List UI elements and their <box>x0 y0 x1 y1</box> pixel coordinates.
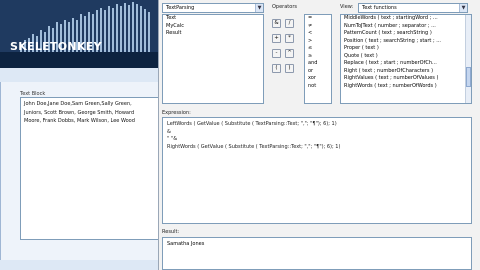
function-list-item[interactable]: PatternCount ( text ; searchString ) <box>341 30 471 38</box>
function-list-item[interactable]: Replace ( text ; start ; numberOfCh... <box>341 60 471 68</box>
text-block-field[interactable]: John Doe,Jane Doe,Sam Green,Sally Green,… <box>20 97 158 240</box>
result-label: Result: <box>162 229 180 235</box>
operator-button[interactable]: ( <box>272 64 281 73</box>
expression-line: RightWords ( GetValue ( Substitute ( Tex… <box>167 143 341 150</box>
operator-list-item[interactable]: ≥ <box>305 53 331 61</box>
function-list-item[interactable]: RightWords ( text ; numberOfWords ) <box>341 83 471 91</box>
field-list[interactable]: Text MyCalc Result <box>162 14 264 104</box>
operator-list-item[interactable]: and <box>305 60 331 68</box>
skeletonkey-logo: SKELETONKEY <box>10 40 102 53</box>
operator-button[interactable]: & <box>272 19 281 28</box>
field-list-item[interactable]: Text <box>163 15 263 23</box>
view-select[interactable]: Text functions ▼ <box>358 3 468 13</box>
function-list-item[interactable]: Position ( text ; searchString ; start ;… <box>341 38 471 46</box>
skeletonkey-banner: SKELETONKEY <box>0 0 158 68</box>
expression-line: & <box>167 128 171 135</box>
view-label: View: <box>340 4 354 10</box>
banner-strip <box>0 68 158 82</box>
field-list-item[interactable]: Result <box>163 30 263 38</box>
function-list-item[interactable]: NumToJText ( number ; separator ; ... <box>341 23 471 31</box>
operator-button[interactable]: / <box>285 19 294 28</box>
operator-list-item[interactable]: or <box>305 68 331 76</box>
table-select[interactable]: TextParsing ▼ <box>162 3 264 13</box>
expression-line: " "& <box>167 136 178 142</box>
table-select-value: TextParsing <box>166 5 195 11</box>
text-block-line: Juniors, Scott Brown, George Smith, Howa… <box>24 109 135 116</box>
chevron-down-icon[interactable]: ▼ <box>459 4 467 12</box>
function-list-item[interactable]: Right ( text ; numberOfCharacters ) <box>341 68 471 76</box>
function-list-item[interactable]: MiddleWords ( text ; startingWord ; ... <box>341 15 471 23</box>
operator-list-item[interactable]: < <box>305 30 331 38</box>
operator-button[interactable]: ) <box>285 64 294 73</box>
equalizer-graphic <box>0 2 158 68</box>
operator-button[interactable]: + <box>272 34 281 43</box>
function-list-item[interactable]: Proper ( text ) <box>341 45 471 53</box>
operator-list[interactable]: = ≠ < > ≤ ≥ and or xor not <box>304 14 332 104</box>
operator-list-item[interactable]: = <box>305 15 331 23</box>
text-block-line: John Doe,Jane Doe,Sam Green,Sally Green, <box>24 101 132 107</box>
operator-list-item[interactable]: > <box>305 38 331 46</box>
operator-button[interactable]: ^ <box>285 49 294 58</box>
operator-button[interactable]: - <box>272 49 281 58</box>
function-list[interactable]: MiddleWords ( text ; startingWord ; ... … <box>340 14 472 104</box>
scrollbar-thumb[interactable] <box>466 67 471 87</box>
operator-list-item[interactable]: not <box>305 83 331 91</box>
view-select-value: Text functions <box>362 5 397 11</box>
function-list-scrollbar[interactable] <box>465 15 471 103</box>
result-value: Samatha Jones <box>167 241 205 247</box>
skeletonkey-window: SKELETONKEY Text Block John Doe,Jane Doe… <box>0 0 158 270</box>
expression-line: LeftWords ( GetValue ( Substitute ( Text… <box>167 121 337 127</box>
expression-editor[interactable]: LeftWords ( GetValue ( Substitute ( Text… <box>162 117 472 224</box>
operators-label: Operators <box>272 4 297 10</box>
operator-button[interactable]: * <box>285 34 294 43</box>
field-list-item[interactable]: MyCalc <box>163 23 263 31</box>
function-list-item[interactable]: RightValues ( text ; numberOfValues ) <box>341 75 471 83</box>
operator-list-item[interactable]: ≠ <box>305 23 331 31</box>
expression-label: Expression: <box>162 110 191 116</box>
text-block-line: Moore, Frank Dobbs, Mark Wilson, Lee Woo… <box>24 118 135 124</box>
chevron-down-icon[interactable]: ▼ <box>255 4 263 12</box>
operator-list-item[interactable]: ≤ <box>305 45 331 53</box>
result-field[interactable]: Samatha Jones <box>162 237 472 270</box>
operator-list-item[interactable]: xor <box>305 75 331 83</box>
function-list-item[interactable]: Quote ( text ) <box>341 53 471 61</box>
status-bar <box>0 260 158 270</box>
